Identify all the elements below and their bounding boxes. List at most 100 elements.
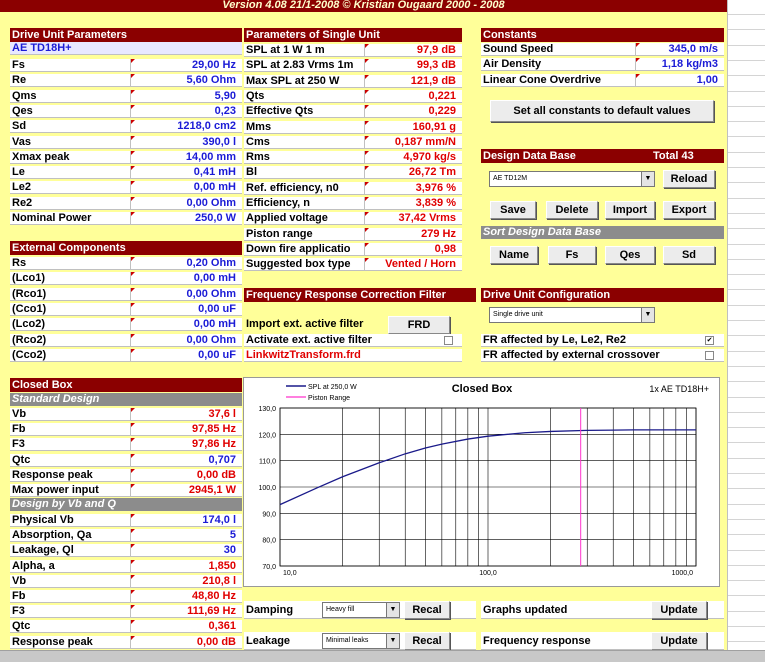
- fr-le-checkbox[interactable]: ✔: [705, 336, 714, 345]
- chevron-down-icon[interactable]: ▼: [386, 603, 399, 617]
- param-label: Vas: [10, 135, 130, 149]
- param-label: Max power input: [10, 484, 130, 497]
- param-value[interactable]: 0,00 uF: [130, 302, 242, 316]
- param-value[interactable]: 0,23: [130, 104, 242, 118]
- gridline: [728, 641, 765, 643]
- param-value[interactable]: 121,9 dB: [364, 74, 462, 88]
- drive-unit-panel: Drive Unit Parameters AE TD18H+ Fs 29,00 …: [10, 28, 242, 228]
- param-value[interactable]: 14,00 mm: [130, 150, 242, 164]
- param-value[interactable]: 0,00 Ohm: [130, 287, 242, 301]
- param-value[interactable]: 174,0 l: [130, 514, 242, 527]
- param-value[interactable]: 48,80 Hz: [130, 590, 242, 603]
- param-value[interactable]: 0,00 uF: [130, 348, 242, 362]
- leakage-select[interactable]: Minimal leaks ▼: [322, 633, 400, 649]
- param-value[interactable]: 0,00 mH: [130, 181, 242, 195]
- param-value[interactable]: 5,90: [130, 89, 242, 103]
- database-total: Total 43: [653, 150, 694, 162]
- param-value[interactable]: 4,970 kg/s: [364, 151, 462, 165]
- param-label: Bl: [244, 166, 364, 180]
- param-value[interactable]: 99,3 dB: [364, 59, 462, 73]
- param-value[interactable]: Vented / Horn: [364, 258, 462, 272]
- param-value[interactable]: 111,69 Hz: [130, 605, 242, 619]
- param-value[interactable]: 97,86 Hz: [130, 438, 242, 452]
- param-value[interactable]: 29,00 Hz: [130, 59, 242, 72]
- param-value[interactable]: 0,00 Ohm: [130, 333, 242, 347]
- configuration-select[interactable]: Single drive unit ▼: [489, 307, 655, 323]
- update-frequency-button[interactable]: Update: [651, 632, 707, 650]
- damping-value: Heavy fill: [326, 606, 355, 613]
- activate-filter-checkbox[interactable]: [444, 336, 453, 345]
- param-value[interactable]: 0,221: [364, 89, 462, 103]
- param-value[interactable]: 0,00 mH: [130, 318, 242, 332]
- param-row: Qtc 0,361: [10, 620, 242, 634]
- database-select[interactable]: AE TD12M ▼: [489, 171, 655, 187]
- param-value[interactable]: 5: [130, 529, 242, 543]
- param-value[interactable]: 210,8 l: [130, 574, 242, 588]
- delete-button[interactable]: Delete: [546, 201, 598, 219]
- param-value[interactable]: 37,6 l: [130, 408, 242, 421]
- param-label: Re2: [10, 196, 130, 210]
- param-value[interactable]: 0,707: [130, 453, 242, 467]
- param-value[interactable]: 0,361: [130, 620, 242, 634]
- sort-fs-button[interactable]: Fs: [548, 246, 596, 264]
- frequency-response-panel: Frequency response Update: [481, 632, 724, 650]
- chevron-down-icon[interactable]: ▼: [386, 634, 399, 648]
- param-row: Mms 160,91 g: [244, 120, 462, 134]
- param-value[interactable]: 0,00 dB: [130, 635, 242, 649]
- param-value[interactable]: 160,91 g: [364, 120, 462, 134]
- param-row: Vb 210,8 l: [10, 574, 242, 588]
- param-value[interactable]: 30: [130, 544, 242, 558]
- param-value[interactable]: 26,72 Tm: [364, 166, 462, 180]
- param-value[interactable]: 3,839 %: [364, 197, 462, 210]
- param-label: Rs: [10, 257, 130, 270]
- sort-name-button[interactable]: Name: [490, 246, 538, 264]
- param-value[interactable]: 1,00: [635, 73, 724, 87]
- param-label: Nominal Power: [10, 212, 130, 225]
- param-value[interactable]: 345,0 m/s: [635, 43, 724, 56]
- update-graphs-button[interactable]: Update: [651, 601, 707, 619]
- sort-sd-button[interactable]: Sd: [663, 246, 715, 264]
- recal-damping-button[interactable]: Recal: [404, 601, 450, 619]
- export-button[interactable]: Export: [663, 201, 715, 219]
- param-value[interactable]: 250,0 W: [130, 212, 242, 225]
- param-value[interactable]: 0,00 dB: [130, 468, 242, 482]
- default-constants-button[interactable]: Set all constants to default values: [490, 100, 714, 122]
- activate-filter-label: Activate ext. active filter: [244, 334, 462, 347]
- param-value[interactable]: 279 Hz: [364, 227, 462, 241]
- param-label: Absorption, Qa: [10, 529, 130, 543]
- chevron-down-icon[interactable]: ▼: [641, 308, 654, 322]
- param-value[interactable]: 0,00 Ohm: [130, 196, 242, 210]
- scrollbar-area[interactable]: [0, 650, 765, 662]
- param-value[interactable]: 37,42 Vrms: [364, 212, 462, 226]
- param-value[interactable]: 0,41 mH: [130, 166, 242, 180]
- frd-button[interactable]: FRD: [388, 316, 450, 334]
- param-value[interactable]: 0,229: [364, 105, 462, 119]
- param-value[interactable]: 97,9 dB: [364, 44, 462, 57]
- param-label: Physical Vb: [10, 514, 130, 527]
- damping-select[interactable]: Heavy fill ▼: [322, 602, 400, 618]
- param-value[interactable]: 2945,1 W: [130, 484, 242, 497]
- import-button[interactable]: Import: [605, 201, 655, 219]
- param-value[interactable]: 3,976 %: [364, 181, 462, 195]
- save-button[interactable]: Save: [490, 201, 536, 219]
- gridline: [728, 197, 765, 199]
- gridline: [728, 381, 765, 383]
- param-value[interactable]: 1,18 kg/m3: [635, 58, 724, 72]
- recal-leakage-button[interactable]: Recal: [404, 632, 450, 650]
- reload-button[interactable]: Reload: [663, 170, 715, 188]
- configuration-selected: Single drive unit: [493, 311, 543, 318]
- param-value[interactable]: 97,85 Hz: [130, 423, 242, 437]
- param-label: Leakage, Ql: [10, 544, 130, 558]
- gridline: [728, 442, 765, 444]
- sort-qes-button[interactable]: Qes: [605, 246, 655, 264]
- param-value[interactable]: 0,00 mH: [130, 272, 242, 286]
- param-value[interactable]: 0,20 Ohm: [130, 257, 242, 270]
- param-value[interactable]: 0,187 mm/N: [364, 135, 462, 149]
- fr-crossover-checkbox[interactable]: [705, 351, 714, 360]
- chevron-down-icon[interactable]: ▼: [641, 172, 654, 186]
- param-value[interactable]: 5,60 Ohm: [130, 74, 242, 88]
- param-value[interactable]: 1,850: [130, 559, 242, 573]
- param-value[interactable]: 1218,0 cm2: [130, 120, 242, 134]
- param-value[interactable]: 0,98: [364, 242, 462, 256]
- param-value[interactable]: 390,0 l: [130, 135, 242, 149]
